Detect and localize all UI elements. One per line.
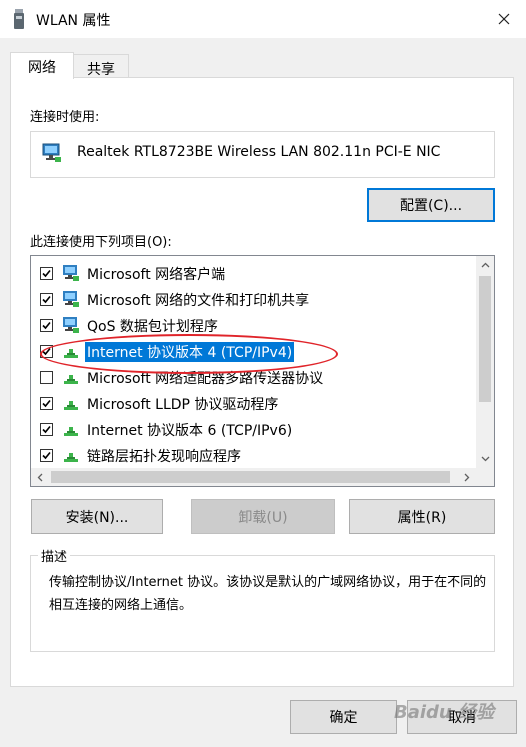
check-icon	[42, 295, 51, 304]
scrollbar-corner	[476, 468, 494, 486]
configure-button-label: 配置(C)...	[399, 198, 463, 214]
checkbox[interactable]	[40, 267, 53, 280]
items-label: 此连接使用下列项目(O):	[30, 235, 172, 250]
scroll-up-button[interactable]	[476, 256, 494, 274]
uninstall-button-label: 卸载(U)	[238, 509, 288, 526]
list-item[interactable]: QoS 数据包计划程序	[31, 312, 476, 338]
list-item[interactable]: Internet 协议版本 4 (TCP/IPv4)	[31, 338, 476, 364]
vertical-scrollbar[interactable]	[476, 256, 494, 468]
tab-network-label: 网络	[28, 60, 56, 76]
connect-using-label: 连接时使用:	[30, 110, 100, 125]
item-label-selected: Internet 协议版本 4 (TCP/IPv4)	[85, 342, 295, 362]
description-legend: 描述	[38, 546, 71, 565]
properties-button-label: 属性(R)	[397, 509, 447, 526]
item-label: Internet 协议版本 6 (TCP/IPv6)	[87, 423, 293, 439]
check-icon	[42, 269, 51, 278]
wlan-device-icon	[14, 9, 24, 29]
checkbox[interactable]	[40, 371, 53, 384]
network-client-icon	[63, 265, 79, 281]
tab-sharing-label: 共享	[87, 62, 115, 78]
scroll-right-button[interactable]	[458, 468, 476, 486]
chevron-left-icon	[37, 473, 43, 481]
chevron-down-icon	[481, 456, 489, 462]
checkbox[interactable]	[40, 397, 53, 410]
list-item[interactable]: Microsoft 网络适配器多路传送器协议	[31, 364, 476, 390]
watermark: Baidu 经验	[394, 702, 495, 723]
item-label: Microsoft 网络适配器多路传送器协议	[87, 371, 324, 387]
install-button[interactable]: 安装(N)...	[31, 499, 163, 534]
check-icon	[42, 321, 51, 330]
checkbox[interactable]	[40, 319, 53, 332]
checkbox[interactable]	[40, 293, 53, 306]
adapter-field: Realtek RTL8723BE Wireless LAN 802.11n P…	[30, 131, 495, 178]
item-label: Microsoft 网络客户端	[87, 267, 226, 283]
item-label: Microsoft LLDP 协议驱动程序	[87, 397, 279, 413]
tab-sharing[interactable]: 共享	[73, 54, 129, 78]
close-icon	[498, 13, 510, 25]
properties-button[interactable]: 属性(R)	[349, 499, 495, 534]
scroll-down-button[interactable]	[476, 450, 494, 468]
vertical-scroll-thumb[interactable]	[479, 276, 491, 402]
item-label: Microsoft 网络的文件和打印机共享	[87, 293, 310, 309]
close-button[interactable]	[482, 0, 526, 38]
list-item[interactable]: Microsoft 网络的文件和打印机共享	[31, 286, 476, 312]
check-icon	[42, 451, 51, 460]
tab-network[interactable]: 网络	[10, 52, 74, 79]
protocol-icon	[64, 453, 78, 462]
scroll-left-button[interactable]	[31, 468, 49, 486]
check-icon	[42, 399, 51, 408]
list-item[interactable]: 链路层拓扑发现响应程序	[31, 442, 476, 468]
horizontal-scrollbar[interactable]	[31, 468, 476, 486]
component-list[interactable]: Microsoft 网络客户端 Microsoft 网络的文件和打印机共享 Qo…	[30, 255, 495, 487]
check-icon	[42, 425, 51, 434]
item-label: 链路层拓扑发现响应程序	[87, 449, 241, 465]
network-adapter-icon	[42, 143, 61, 162]
protocol-icon	[64, 375, 78, 384]
adapter-name: Realtek RTL8723BE Wireless LAN 802.11n P…	[77, 144, 441, 160]
item-label: QoS 数据包计划程序	[87, 319, 218, 335]
install-button-label: 安装(N)...	[65, 509, 129, 526]
description-text: 传输控制协议/Internet 协议。该协议是默认的广域网络协议，用于在不同的相…	[49, 575, 487, 613]
configure-button[interactable]: 配置(C)...	[367, 188, 495, 222]
check-icon	[42, 347, 51, 356]
checkbox[interactable]	[40, 449, 53, 462]
protocol-icon	[64, 349, 78, 358]
ok-button-label: 确定	[329, 710, 358, 726]
horizontal-scroll-thumb[interactable]	[51, 471, 450, 483]
network-client-icon	[63, 317, 79, 333]
title-bar: WLAN 属性	[0, 0, 526, 38]
list-item[interactable]: Microsoft LLDP 协议驱动程序	[31, 390, 476, 416]
checkbox[interactable]	[40, 423, 53, 436]
checkbox[interactable]	[40, 345, 53, 358]
protocol-icon	[64, 401, 78, 410]
chevron-right-icon	[464, 473, 470, 481]
ok-button[interactable]: 确定	[290, 700, 397, 734]
uninstall-button[interactable]: 卸载(U)	[191, 499, 335, 534]
list-item[interactable]: Microsoft 网络客户端	[31, 260, 476, 286]
network-client-icon	[63, 291, 79, 307]
list-item[interactable]: Internet 协议版本 6 (TCP/IPv6)	[31, 416, 476, 442]
chevron-up-icon	[481, 262, 489, 268]
protocol-icon	[64, 427, 78, 436]
window-title: WLAN 属性	[36, 13, 111, 29]
